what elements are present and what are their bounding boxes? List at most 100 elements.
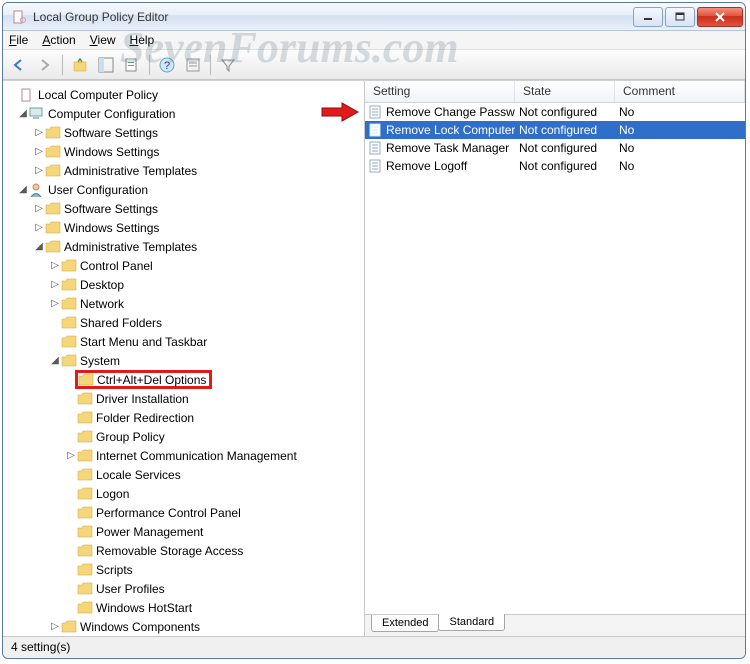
callout-arrow-icon [320,101,360,123]
tree-label: User Configuration [48,183,148,197]
settings-list[interactable]: Remove Change PasswordNot configuredNo Re… [365,103,745,614]
tree-node[interactable]: Power Management [3,522,364,541]
setting-state: Not configured [515,140,615,156]
properties-button[interactable] [121,54,143,76]
column-header-comment[interactable]: Comment [615,81,745,102]
expander-icon[interactable]: ◢ [17,108,29,119]
list-row[interactable]: Remove LogoffNot configuredNo [365,157,745,175]
expander-icon[interactable]: ▷ [49,260,61,271]
tab-extended[interactable]: Extended [371,615,439,632]
tree-node[interactable]: ▷ Windows Components [3,617,364,636]
tree-node[interactable]: User Profiles [3,579,364,598]
list-row[interactable]: Remove Change PasswordNot configuredNo [365,103,745,121]
tree-label: Network [80,297,124,311]
filter-button[interactable] [217,54,239,76]
tree-label: Start Menu and Taskbar [80,335,207,349]
tree-node[interactable]: ▷Desktop [3,275,364,294]
folder-icon [61,258,77,274]
expander-icon[interactable]: ▷ [33,222,45,233]
expander-icon[interactable]: ▷ [33,146,45,157]
tree-node[interactable]: Locale Services [3,465,364,484]
expander-icon[interactable]: ▷ [33,165,45,176]
tree-node[interactable]: Start Menu and Taskbar [3,332,364,351]
menu-view[interactable]: View [90,33,116,47]
tree-node[interactable]: ▷Internet Communication Management [3,446,364,465]
tree-node-selected[interactable]: Ctrl+Alt+Del Options [3,370,364,389]
folder-icon [61,315,77,331]
setting-comment: No [615,158,745,174]
tree-node[interactable]: Removable Storage Access [3,541,364,560]
menu-help[interactable]: Help [130,33,155,47]
tree-label: Group Policy [96,430,165,444]
tree-node[interactable]: ◢System [3,351,364,370]
expander-icon[interactable]: ◢ [33,241,45,252]
help-button[interactable]: ? [156,54,178,76]
menu-file[interactable]: File [9,33,28,47]
tree-label: Windows Settings [64,221,159,235]
tree-node[interactable]: ▷Windows Settings [3,142,364,161]
maximize-button[interactable] [665,7,695,27]
forward-button[interactable] [34,54,56,76]
tree-node[interactable]: Folder Redirection [3,408,364,427]
setting-comment: No [615,122,745,138]
expander-icon[interactable]: ▷ [65,450,77,461]
folder-icon [77,562,93,578]
tree-label: Administrative Templates [64,164,197,178]
folder-icon [45,144,61,160]
tree-node[interactable]: Windows HotStart [3,598,364,617]
tab-standard[interactable]: Standard [438,614,505,631]
expander-icon[interactable]: ▷ [49,279,61,290]
tree-node[interactable]: Logon [3,484,364,503]
folder-icon [45,220,61,236]
tree-node[interactable]: ◢Administrative Templates [3,237,364,256]
menu-action[interactable]: Action [42,33,75,47]
expander-icon[interactable]: ◢ [17,184,29,195]
tree-node-cc[interactable]: ◢ Computer Configuration [3,104,364,123]
folder-icon [45,163,61,179]
up-button[interactable] [69,54,91,76]
expander-icon[interactable]: ▷ [49,621,61,632]
options-button[interactable] [182,54,204,76]
folder-icon [77,467,93,483]
tree-node[interactable]: ▷ Administrative Templates [3,161,364,180]
expander-icon[interactable]: ▷ [33,203,45,214]
tree-node[interactable]: ▷ Windows Settings [3,218,364,237]
column-header-state[interactable]: State [515,81,615,102]
tree-node[interactable]: Performance Control Panel [3,503,364,522]
tree-label: Windows HotStart [96,601,192,615]
tree-label: Shared Folders [80,316,162,330]
tree-node-uc[interactable]: ◢ User Configuration [3,180,364,199]
tree-label: Software Settings [64,202,158,216]
folder-icon [61,277,77,293]
expander-icon[interactable]: ◢ [49,355,61,366]
setting-name: Remove Task Manager [386,141,509,155]
titlebar[interactable]: Local Group Policy Editor [3,3,745,31]
expander-icon[interactable]: ▷ [33,127,45,138]
minimize-button[interactable] [633,7,663,27]
computer-icon [29,106,45,122]
tree-label: Ctrl+Alt+Del Options [97,373,206,387]
folder-icon [61,296,77,312]
window-title: Local Group Policy Editor [33,10,168,24]
expander-icon[interactable]: ▷ [49,298,61,309]
tree-node[interactable]: ▷ Network [3,294,364,313]
list-row[interactable]: Remove Lock ComputerNot configuredNo [365,121,745,139]
close-button[interactable] [697,7,743,27]
tree-node[interactable]: ▷ Software Settings [3,199,364,218]
back-button[interactable] [8,54,30,76]
tree-node[interactable]: Scripts [3,560,364,579]
setting-name: Remove Lock Computer [386,123,515,137]
folder-icon [77,410,93,426]
tree-pane[interactable]: Local Computer Policy ◢ Computer Configu… [3,81,365,636]
tree-node[interactable]: Group Policy [3,427,364,446]
tree-root[interactable]: Local Computer Policy [3,85,364,104]
tree-node[interactable]: Driver Installation [3,389,364,408]
show-hide-tree-button[interactable] [95,54,117,76]
column-header-setting[interactable]: Setting [365,81,515,102]
folder-icon [45,125,61,141]
list-row[interactable]: Remove Task ManagerNot configuredNo [365,139,745,157]
tree-node[interactable]: ▷Control Panel [3,256,364,275]
tree-node[interactable]: Shared Folders [3,313,364,332]
tree-node[interactable]: ▷Software Settings [3,123,364,142]
tree-label: Windows Components [80,620,200,634]
